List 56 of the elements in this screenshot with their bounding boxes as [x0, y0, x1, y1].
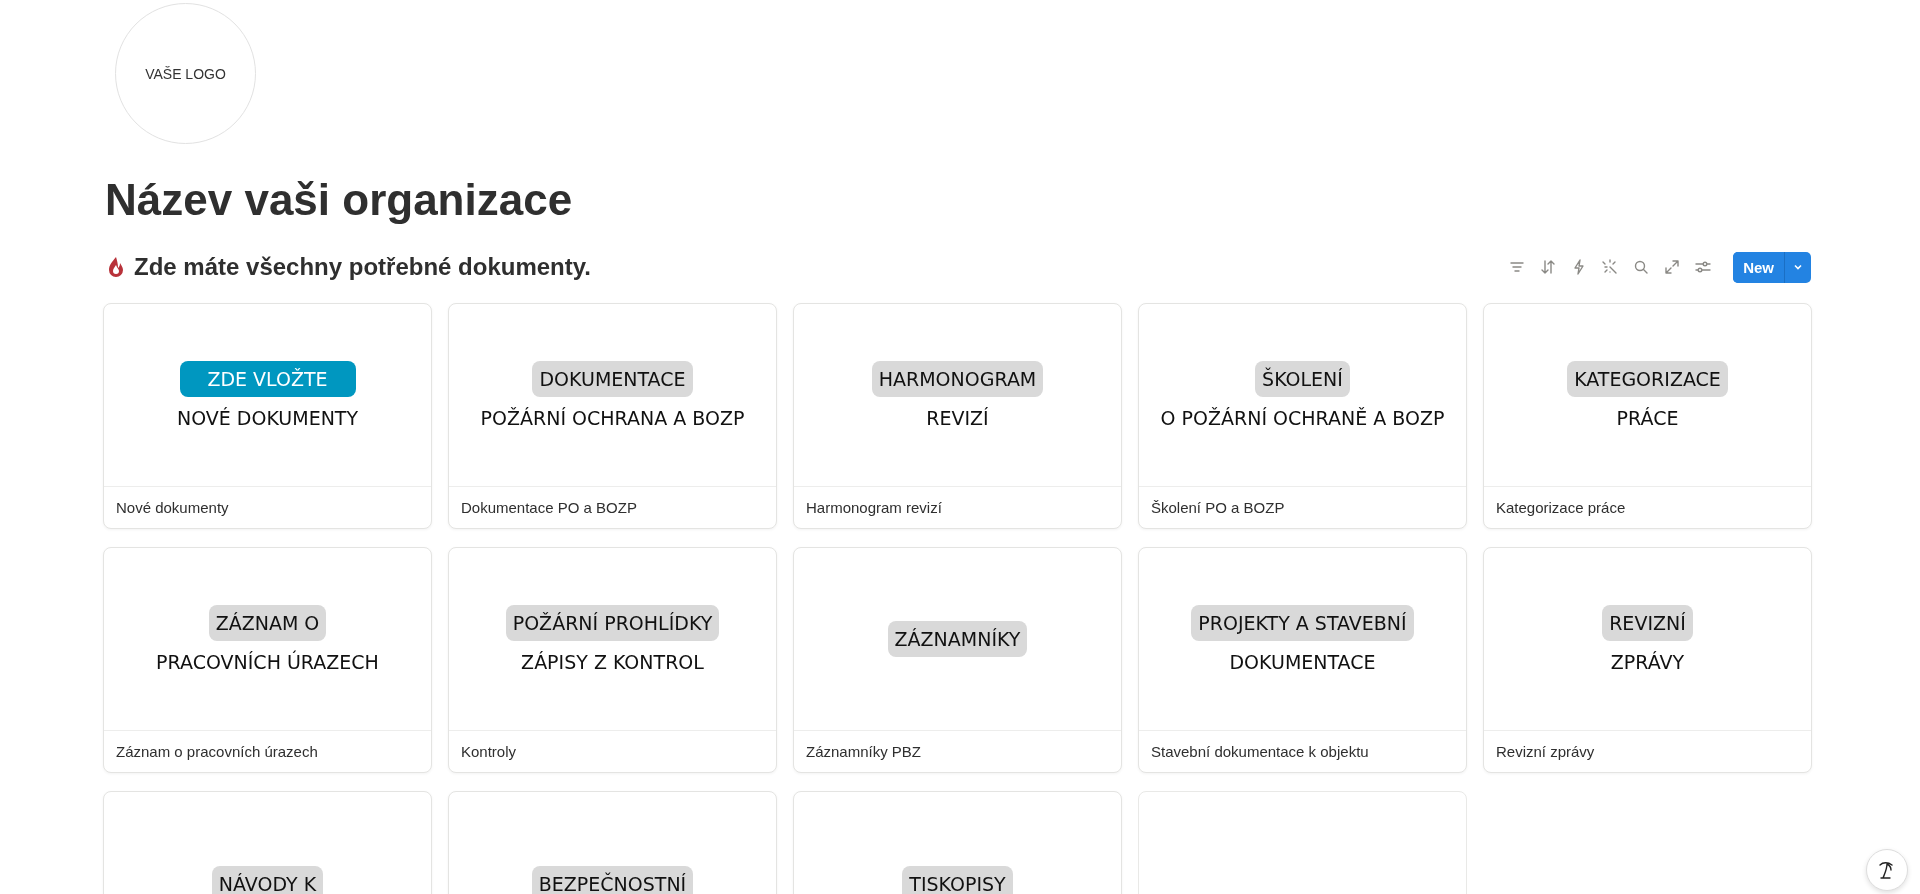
logo-text: VAŠE LOGO — [145, 65, 226, 82]
cover-label: ZÁZNAM O — [208, 605, 327, 641]
card-title: Záznamníky PBZ — [805, 742, 923, 762]
cover-label: BEZPEČNOSTNÍ — [531, 865, 694, 894]
sparkle-wand-icon[interactable] — [1602, 259, 1619, 275]
card-title: Nové dokumenty — [115, 498, 230, 518]
cover-subtitle: DOKUMENTACE — [1229, 651, 1376, 673]
document-card[interactable]: ZDE VLOŽTE NOVÉ DOKUMENTY Nové dokumenty — [103, 303, 432, 529]
cover-label: NÁVODY K — [211, 865, 324, 894]
page-title: Název vaši organizace — [105, 174, 574, 226]
document-card[interactable]: REVIZNÍ ZPRÁVY Revizní zprávy — [1483, 547, 1812, 773]
search-icon[interactable] — [1633, 259, 1650, 275]
cover-label: ZDE VLOŽTE — [179, 361, 356, 397]
cover-label: REVIZNÍ — [1602, 605, 1693, 641]
flame-icon — [107, 256, 125, 278]
cover-subtitle: NOVÉ DOKUMENTY — [176, 407, 359, 429]
cover-label: ŠKOLENÍ — [1255, 361, 1350, 397]
document-card[interactable]: ZÁZNAM O PRACOVNÍCH ÚRAZECH Záznam o pracovních úrazech — [103, 547, 432, 773]
card-title: Stavební dokumentace k objektu — [1150, 742, 1370, 762]
cover-subtitle: PRÁCE — [1616, 407, 1679, 429]
cover-label: HARMONOGRAM — [871, 361, 1044, 397]
document-card[interactable]: POŽÁRNÍ PROHLÍDKY ZÁPISY Z KONTROL Kontroly — [448, 547, 777, 773]
document-card[interactable]: ŠKOLENÍ O POŽÁRNÍ OCHRANĚ A BOZP Školení PO a BOZP — [1138, 303, 1467, 529]
filter-icon[interactable] — [1509, 259, 1526, 275]
cover-subtitle: ZÁPISY Z KONTROL — [521, 651, 704, 673]
document-card[interactable]: PROJEKTY A STAVEBNÍ DOKUMENTACE Stavební dokumentace k objektu — [1138, 547, 1467, 773]
cover-label: ZÁZNAMNÍKY — [887, 621, 1028, 657]
card-title: Revizní zprávy — [1495, 742, 1596, 762]
document-card[interactable]: BEZPEČNOSTNÍ — [448, 791, 777, 894]
document-card[interactable]: DOKUMENTACE POŽÁRNÍ OCHRANA A BOZP Dokumentace PO a BOZP — [448, 303, 777, 529]
expand-icon[interactable] — [1664, 259, 1681, 275]
cover-label: TISKOPISY — [902, 865, 1013, 894]
card-title: Záznam o pracovních úrazech — [115, 742, 319, 762]
document-card[interactable]: HARMONOGRAM REVIZÍ Harmonogram revizí — [793, 303, 1122, 529]
cover-subtitle: ZPRÁVY — [1610, 651, 1685, 673]
card-title: Dokumentace PO a BOZP — [460, 498, 638, 518]
document-card[interactable]: TISKOPISY — [793, 791, 1122, 894]
cover-label: DOKUMENTACE — [532, 361, 693, 397]
cover-label: PROJEKTY A STAVEBNÍ — [1191, 605, 1414, 641]
sort-icon[interactable] — [1540, 259, 1557, 275]
card-title: Kontroly — [460, 742, 518, 762]
document-card[interactable]: NÁVODY K — [103, 791, 432, 894]
card-title: Harmonogram revizí — [805, 498, 943, 518]
cover-subtitle: O POŽÁRNÍ OCHRANĚ A BOZP — [1160, 407, 1445, 429]
card-title: Kategorizace práce — [1495, 498, 1627, 518]
card-title: Školení PO a BOZP — [1150, 498, 1286, 518]
sliders-icon[interactable] — [1695, 259, 1712, 275]
cover-subtitle: REVIZÍ — [926, 407, 989, 429]
view-title: Zde máte všechny potřebné dokumenty. — [134, 253, 591, 281]
cover-label: POŽÁRNÍ PROHLÍDKY — [505, 605, 720, 641]
cover-subtitle: POŽÁRNÍ OCHRANA A BOZP — [480, 407, 745, 429]
document-card[interactable]: ZÁZNAMNÍKY Záznamníky PBZ — [793, 547, 1122, 773]
document-card[interactable]: KATEGORIZACE PRÁCE Kategorizace práce — [1483, 303, 1812, 529]
cover-label: KATEGORIZACE — [1567, 361, 1728, 397]
cover-subtitle: PRACOVNÍCH ÚRAZECH — [156, 651, 379, 673]
help-button[interactable] — [1866, 849, 1908, 891]
